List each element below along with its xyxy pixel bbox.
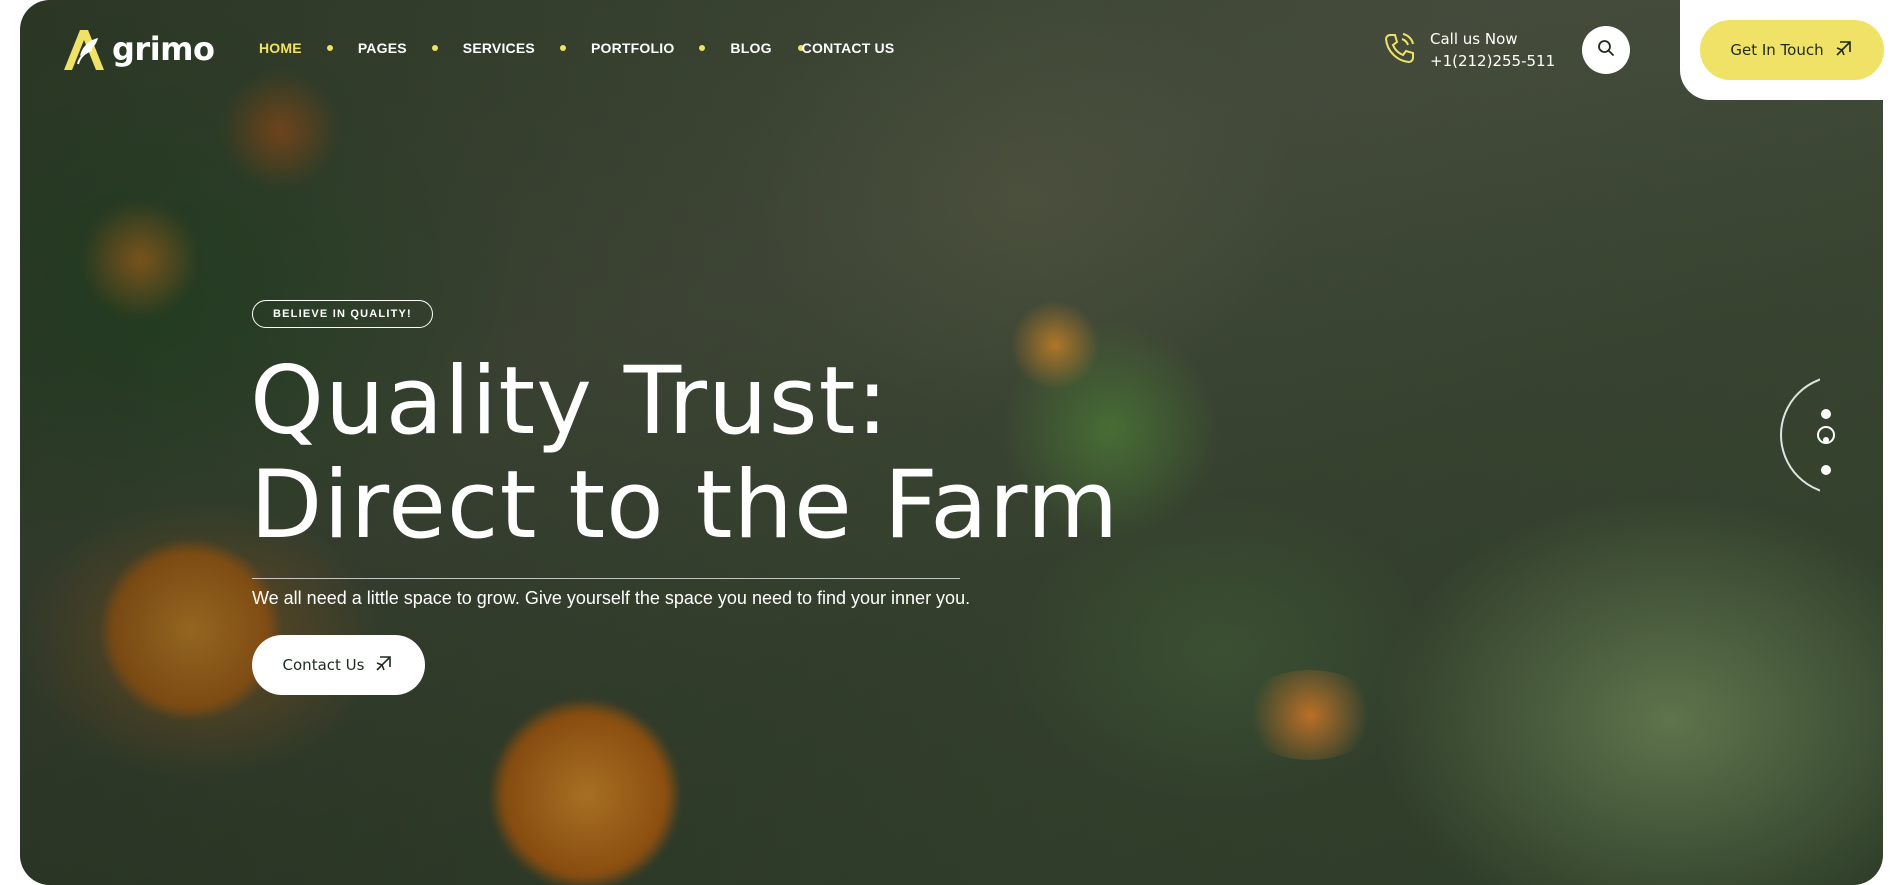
nav-separator-dot <box>699 45 706 51</box>
search-icon <box>1597 39 1615 62</box>
main-nav: HOME PAGES SERVICES PORTFOLIO BLOG CONTA… <box>259 40 894 56</box>
site-logo[interactable]: grimo <box>60 26 215 72</box>
contact-us-label: Contact Us <box>282 656 365 674</box>
hero-headline-line-1: Quality Trust: <box>250 347 890 456</box>
call-us-block[interactable]: Call us Now +1(212)255-511 <box>1382 28 1555 72</box>
contact-us-button[interactable]: Contact Us <box>252 635 425 695</box>
search-button[interactable] <box>1582 26 1630 74</box>
logo-text: grimo <box>112 30 215 68</box>
slider-dot-2-center <box>1823 437 1829 443</box>
nav-services[interactable]: SERVICES <box>463 40 535 56</box>
leaf-logo-icon <box>60 26 108 72</box>
hero-badge: BELIEVE IN QUALITY! <box>252 300 433 328</box>
get-in-touch-label: Get In Touch <box>1730 41 1824 59</box>
call-label: Call us Now <box>1430 30 1518 48</box>
get-in-touch-button[interactable]: Get In Touch <box>1700 20 1884 80</box>
nav-separator-dot <box>431 45 438 51</box>
hero-headline: Quality Trust: Direct to the Farm <box>250 350 1119 558</box>
slider-dot-1[interactable] <box>1821 409 1831 419</box>
call-phone-number[interactable]: +1(212)255-511 <box>1430 50 1555 72</box>
slider-dot-3[interactable] <box>1821 465 1831 475</box>
phone-icon <box>1382 30 1418 71</box>
hero-headline-line-2: Direct to the Farm <box>250 451 1120 560</box>
nav-separator-dot <box>326 45 333 51</box>
nav-separator-dot <box>559 45 566 51</box>
nav-blog[interactable]: BLOG <box>730 40 771 56</box>
hero-subtext: We all need a little space to grow. Give… <box>252 588 971 608</box>
arrow-up-right-icon <box>1834 38 1854 62</box>
hero-divider <box>252 578 960 579</box>
nav-home[interactable]: HOME <box>259 40 302 56</box>
nav-portfolio[interactable]: PORTFOLIO <box>591 40 674 56</box>
nav-contact-us[interactable]: CONTACT US <box>802 40 895 56</box>
arrow-up-right-icon <box>374 653 394 677</box>
nav-pages[interactable]: PAGES <box>358 40 407 56</box>
